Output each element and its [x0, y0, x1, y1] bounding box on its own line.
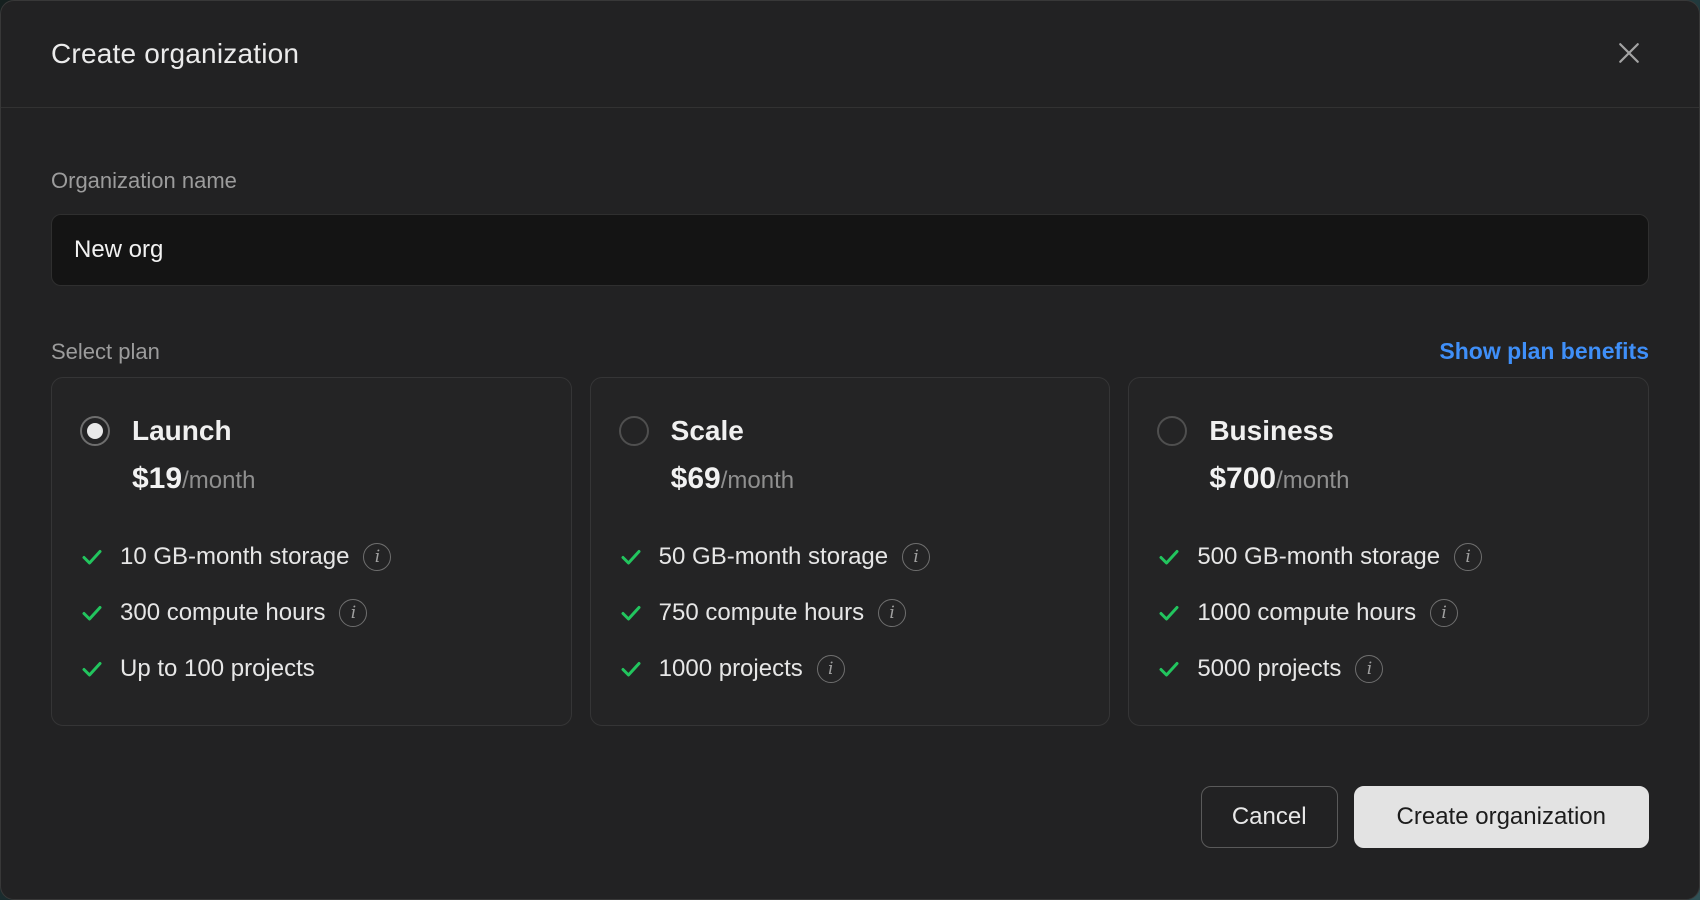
- cancel-button[interactable]: Cancel: [1201, 786, 1338, 848]
- info-icon[interactable]: i: [1430, 599, 1458, 627]
- plan-card-scale[interactable]: Scale $69/month 50 GB-month storage i 75…: [590, 377, 1111, 726]
- price-amount: $69: [671, 462, 721, 496]
- dialog-footer: Cancel Create organization: [1, 786, 1699, 899]
- feature-text: 50 GB-month storage: [659, 543, 888, 571]
- price-period: /month: [182, 467, 255, 495]
- feature-text: 500 GB-month storage: [1197, 543, 1440, 571]
- plan-header: Scale: [619, 414, 1082, 448]
- feature-item: 300 compute hours i: [80, 596, 543, 630]
- feature-text: 5000 projects: [1197, 655, 1341, 683]
- price-amount: $700: [1209, 462, 1276, 496]
- plan-price: $19/month: [132, 462, 543, 498]
- feature-list: 10 GB-month storage i 300 compute hours …: [80, 540, 543, 686]
- info-icon[interactable]: i: [878, 599, 906, 627]
- info-icon[interactable]: i: [902, 543, 930, 571]
- feature-item: 1000 compute hours i: [1157, 596, 1620, 630]
- radio-scale[interactable]: [619, 416, 649, 446]
- plan-header: Launch: [80, 414, 543, 448]
- plan-price: $700/month: [1209, 462, 1620, 498]
- plan-cards: Launch $19/month 10 GB-month storage i 3…: [51, 377, 1649, 726]
- check-icon: [80, 657, 104, 681]
- price-period: /month: [1276, 467, 1349, 495]
- plan-card-business[interactable]: Business $700/month 500 GB-month storage…: [1128, 377, 1649, 726]
- price-period: /month: [721, 467, 794, 495]
- feature-text: 750 compute hours: [659, 599, 864, 627]
- organization-name-input[interactable]: [51, 214, 1649, 286]
- check-icon: [619, 545, 643, 569]
- feature-text: 10 GB-month storage: [120, 543, 349, 571]
- info-icon[interactable]: i: [1454, 543, 1482, 571]
- feature-text: 300 compute hours: [120, 599, 325, 627]
- feature-item: 1000 projects i: [619, 652, 1082, 686]
- feature-item: 50 GB-month storage i: [619, 540, 1082, 574]
- dialog-title: Create organization: [51, 38, 299, 70]
- radio-dot: [87, 423, 103, 439]
- dialog-header: Create organization: [1, 1, 1699, 108]
- feature-item: 10 GB-month storage i: [80, 540, 543, 574]
- radio-launch[interactable]: [80, 416, 110, 446]
- info-icon[interactable]: i: [339, 599, 367, 627]
- check-icon: [80, 545, 104, 569]
- feature-item: 500 GB-month storage i: [1157, 540, 1620, 574]
- feature-list: 50 GB-month storage i 750 compute hours …: [619, 540, 1082, 686]
- feature-text: 1000 projects: [659, 655, 803, 683]
- plan-price: $69/month: [671, 462, 1082, 498]
- feature-item: 750 compute hours i: [619, 596, 1082, 630]
- info-icon[interactable]: i: [363, 543, 391, 571]
- create-organization-button[interactable]: Create organization: [1354, 786, 1649, 848]
- check-icon: [619, 601, 643, 625]
- plan-header: Business: [1157, 414, 1620, 448]
- plan-name: Business: [1209, 415, 1334, 447]
- plan-name: Scale: [671, 415, 744, 447]
- select-plan-label: Select plan: [51, 339, 160, 365]
- organization-name-label: Organization name: [51, 168, 1649, 194]
- feature-list: 500 GB-month storage i 1000 compute hour…: [1157, 540, 1620, 686]
- info-icon[interactable]: i: [1355, 655, 1383, 683]
- select-plan-row: Select plan Show plan benefits: [51, 338, 1649, 365]
- create-organization-dialog: Create organization Organization name Se…: [0, 0, 1700, 900]
- feature-text: 1000 compute hours: [1197, 599, 1416, 627]
- check-icon: [1157, 601, 1181, 625]
- dialog-body: Organization name Select plan Show plan …: [1, 108, 1699, 786]
- check-icon: [619, 657, 643, 681]
- feature-item: Up to 100 projects: [80, 652, 543, 686]
- close-button[interactable]: [1607, 32, 1651, 76]
- check-icon: [1157, 657, 1181, 681]
- feature-item: 5000 projects i: [1157, 652, 1620, 686]
- close-icon: [1614, 38, 1644, 71]
- price-amount: $19: [132, 462, 182, 496]
- info-icon[interactable]: i: [817, 655, 845, 683]
- check-icon: [80, 601, 104, 625]
- show-plan-benefits-link[interactable]: Show plan benefits: [1439, 338, 1649, 365]
- check-icon: [1157, 545, 1181, 569]
- radio-business[interactable]: [1157, 416, 1187, 446]
- feature-text: Up to 100 projects: [120, 655, 315, 683]
- plan-card-launch[interactable]: Launch $19/month 10 GB-month storage i 3…: [51, 377, 572, 726]
- plan-name: Launch: [132, 415, 232, 447]
